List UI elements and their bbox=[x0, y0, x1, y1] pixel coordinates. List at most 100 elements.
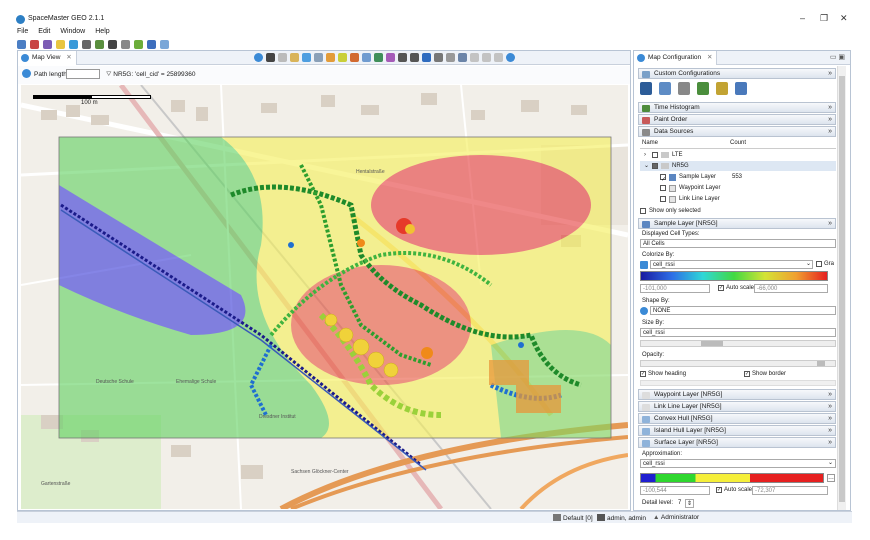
approximation-select[interactable]: cell_rssi bbox=[640, 459, 836, 468]
detail-level-value[interactable]: 7 bbox=[678, 500, 681, 506]
detail-level-spinner[interactable]: ⇕ bbox=[685, 499, 695, 508]
binoculars-icon[interactable] bbox=[266, 53, 275, 62]
section-surface-layer[interactable]: Surface Layer [NR5G] » bbox=[638, 437, 836, 448]
tree-row-waypoint-layer[interactable]: Waypoint Layer bbox=[640, 183, 836, 193]
ramp-menu-button[interactable]: … bbox=[827, 474, 835, 482]
save-image-icon[interactable] bbox=[494, 53, 503, 62]
section-paint-order[interactable]: Paint Order » bbox=[638, 114, 836, 125]
expand-chevron-icon[interactable]: » bbox=[828, 115, 832, 125]
colorize-by-select[interactable]: cell_rssi bbox=[650, 260, 813, 269]
key-icon[interactable] bbox=[121, 39, 130, 49]
tree-row-lte[interactable]: › LTE bbox=[640, 150, 836, 160]
section-convex-hull[interactable]: Convex Hull [NR5G] » bbox=[638, 413, 836, 424]
network-icon[interactable] bbox=[160, 39, 169, 49]
menu-edit[interactable]: Edit bbox=[38, 28, 50, 38]
expand-arrow-icon[interactable]: › bbox=[644, 150, 646, 160]
refresh-icon[interactable] bbox=[69, 39, 78, 49]
surface-ramp-min[interactable]: -100,544 bbox=[640, 486, 710, 495]
show-only-selected-row[interactable]: Show only selected bbox=[640, 206, 836, 216]
globe-icon[interactable] bbox=[254, 53, 263, 62]
page-icon[interactable] bbox=[482, 53, 491, 62]
tools-icon[interactable] bbox=[95, 39, 104, 49]
show-only-selected-checkbox[interactable] bbox=[640, 208, 646, 214]
ruler-icon[interactable] bbox=[434, 53, 443, 62]
close-window-button[interactable]: ✕ bbox=[840, 13, 848, 24]
expand-chevron-icon[interactable]: » bbox=[828, 426, 832, 436]
surface-color-ramp[interactable] bbox=[640, 473, 824, 483]
tab-map-view[interactable]: Map View ✕ bbox=[18, 51, 77, 65]
lte-checkbox[interactable] bbox=[652, 152, 658, 158]
zoom-out-icon[interactable] bbox=[410, 53, 419, 62]
measure-icon[interactable] bbox=[422, 53, 431, 62]
zoom-box-icon[interactable] bbox=[290, 53, 299, 62]
world-icon[interactable] bbox=[506, 53, 515, 62]
chart-icon[interactable] bbox=[350, 53, 359, 62]
displayed-cell-types-select[interactable]: All Cells bbox=[640, 239, 836, 248]
table-icon[interactable] bbox=[362, 53, 371, 62]
sync-icon[interactable] bbox=[302, 53, 311, 62]
tab-map-configuration[interactable]: Map Configuration ✕ bbox=[634, 51, 718, 65]
section-data-sources[interactable]: Data Sources » bbox=[638, 126, 836, 137]
route-icon[interactable] bbox=[147, 39, 156, 49]
show-border-checkbox[interactable]: ✓ bbox=[744, 371, 750, 377]
section-time-histogram[interactable]: Time Histogram » bbox=[638, 102, 836, 113]
size-slider-thumb[interactable] bbox=[701, 341, 723, 346]
surface-ramp-max[interactable]: -72,307 bbox=[752, 486, 828, 495]
sample-ramp-max[interactable]: -66,000 bbox=[754, 284, 828, 293]
tree-row-sample-layer[interactable]: ✓ Sample Layer 553 bbox=[640, 172, 836, 183]
print-icon[interactable] bbox=[458, 53, 467, 62]
signal-config-icon[interactable] bbox=[697, 82, 709, 95]
waypoint-layer-checkbox[interactable] bbox=[660, 185, 666, 191]
export-icon[interactable] bbox=[374, 53, 383, 62]
maximize-button[interactable]: ❐ bbox=[820, 13, 828, 24]
tree-row-link-line-layer[interactable]: Link Line Layer bbox=[640, 194, 836, 204]
sample-layer-checkbox[interactable]: ✓ bbox=[660, 174, 666, 183]
grid-icon[interactable] bbox=[314, 53, 323, 62]
opacity-slider[interactable] bbox=[640, 360, 836, 367]
menu-file[interactable]: File bbox=[17, 28, 28, 38]
collapse-chevron-icon[interactable]: » bbox=[828, 219, 832, 229]
expand-chevron-icon[interactable]: » bbox=[828, 414, 832, 424]
size-slider[interactable] bbox=[640, 340, 836, 347]
antenna-config-icon[interactable] bbox=[716, 82, 728, 95]
export-config-icon[interactable] bbox=[735, 82, 747, 95]
collapse-chevron-icon[interactable]: » bbox=[828, 438, 832, 448]
save-config-icon[interactable] bbox=[640, 82, 652, 95]
document-icon[interactable] bbox=[470, 53, 479, 62]
lightbulb-icon[interactable] bbox=[56, 39, 65, 49]
sample-auto-scale-checkbox[interactable]: ✓ bbox=[718, 285, 724, 291]
minimize-button[interactable]: – bbox=[800, 13, 805, 23]
load-config-icon[interactable] bbox=[659, 82, 671, 95]
menu-help[interactable]: Help bbox=[95, 28, 109, 38]
dropdown-chevron-icon[interactable]: ⌄ bbox=[806, 260, 811, 267]
section-custom-configurations[interactable]: Custom Configurations » bbox=[638, 68, 836, 79]
new-project-icon[interactable] bbox=[17, 39, 26, 49]
map-canvas[interactable]: Hentalstraße Gartenstraße Deutsche Schul… bbox=[21, 85, 628, 509]
collapse-chevron-icon[interactable]: » bbox=[828, 69, 832, 79]
filter-icon[interactable] bbox=[446, 53, 455, 62]
expand-chevron-icon[interactable]: » bbox=[828, 390, 832, 400]
pan-hand-icon[interactable] bbox=[326, 53, 335, 62]
panel-scrollbar[interactable] bbox=[837, 66, 846, 510]
size-by-select[interactable]: cell_rssi bbox=[640, 328, 836, 337]
close-config-tab-icon[interactable]: ✕ bbox=[707, 54, 712, 61]
section-island-hull[interactable]: Island Hull Layer [NR5G] » bbox=[638, 425, 836, 436]
gradient-checkbox[interactable] bbox=[816, 261, 822, 267]
car-icon[interactable] bbox=[82, 39, 91, 49]
layers-icon[interactable] bbox=[338, 53, 347, 62]
expand-chevron-icon[interactable]: » bbox=[828, 402, 832, 412]
zoom-in-icon[interactable] bbox=[398, 53, 407, 62]
path-length-input[interactable] bbox=[66, 69, 100, 79]
show-heading-checkbox[interactable]: ✓ bbox=[640, 371, 646, 377]
sample-ramp-min[interactable]: -101,000 bbox=[640, 284, 710, 293]
section-sample-layer[interactable]: Sample Layer [NR5G] » bbox=[638, 218, 836, 229]
sample-color-ramp[interactable] bbox=[640, 271, 828, 281]
shape-by-select[interactable]: NONE bbox=[650, 306, 836, 315]
panel-scrollbar-thumb[interactable] bbox=[839, 76, 845, 502]
edit-config-icon[interactable] bbox=[678, 82, 690, 95]
section-link-line-layer[interactable]: Link Line Layer [NR5G] » bbox=[638, 401, 836, 412]
dropdown-chevron-icon[interactable]: ⌄ bbox=[828, 459, 833, 466]
opacity-slider-thumb[interactable] bbox=[817, 361, 825, 366]
close-map-tab-icon[interactable]: ✕ bbox=[66, 54, 71, 61]
collapse-arrow-icon[interactable]: ⌄ bbox=[644, 161, 649, 171]
